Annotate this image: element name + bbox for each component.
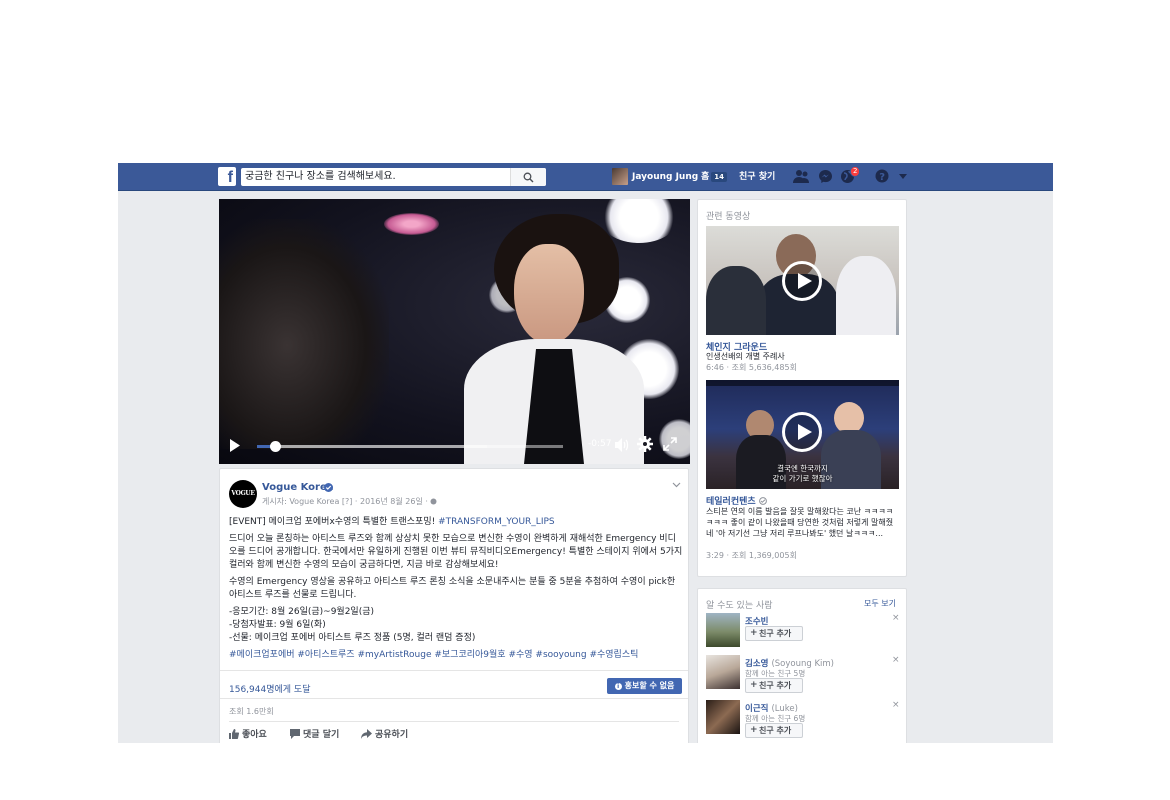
- page-name-link[interactable]: Vogue Korea: [262, 482, 334, 493]
- buffered-bar: [257, 445, 487, 448]
- play-circle-icon[interactable]: [782, 261, 822, 301]
- verified-badge-icon: [758, 497, 767, 505]
- post-line: [EVENT] 메이크업 포에버x수영의 특별한 트랜스포밍! #TRANSFO…: [229, 516, 684, 529]
- friend-requests-icon[interactable]: [793, 169, 810, 184]
- settings-gear-icon[interactable]: [637, 436, 653, 452]
- page-avatar[interactable]: VOGUE: [229, 480, 257, 508]
- home-link[interactable]: 홈 14: [701, 163, 728, 191]
- notification-count-badge: 2: [850, 166, 861, 177]
- add-friend-button[interactable]: 친구 추가: [745, 678, 803, 693]
- person-photo[interactable]: [706, 655, 740, 689]
- person-suggestion: 김소영 (Soyoung Kim) 함께 아는 친구 5명 친구 추가 ×: [706, 655, 902, 695]
- thumbs-up-icon: [229, 729, 240, 739]
- messenger-icon[interactable]: [818, 169, 833, 184]
- post-meta: 게시자: Vogue Korea [?] · 2016년 8월 26일 ·: [262, 496, 437, 507]
- find-friends-link[interactable]: 친구 찾기: [739, 163, 775, 191]
- related-videos-header: 관련 동영상: [706, 212, 751, 222]
- boost-label: 홍보할 수 없음: [624, 681, 675, 690]
- share-button[interactable]: 공유하기: [361, 727, 408, 740]
- volume-icon[interactable]: [615, 438, 631, 452]
- home-label: 홈: [701, 172, 710, 182]
- comment-label: 댓글 달기: [303, 730, 340, 740]
- time-remaining: -0:57: [588, 439, 612, 449]
- account-menu-caret-icon[interactable]: [899, 174, 907, 179]
- search-input[interactable]: 궁금한 친구나 장소를 검색해보세요.: [241, 168, 546, 186]
- post-hashtags[interactable]: #메이크업포에버 #아티스트루즈 #myArtistRouge #보그코리아9월…: [229, 649, 684, 662]
- share-arrow-icon: [361, 729, 372, 739]
- divider: [220, 698, 688, 699]
- subtitle-line: 같이 가기로 했잖아: [772, 474, 833, 483]
- like-label: 좋아요: [242, 730, 267, 740]
- related-video-desc: 스티븐 연의 이름 발음을 잘못 말해왔다는 코난 ㅋㅋㅋㅋㅋㅋㅋ 좋이 같이 …: [706, 507, 894, 538]
- related-video-thumbnail[interactable]: 결국엔 한국까지 같이 가기로 했잖아: [706, 380, 899, 489]
- comment-icon: [290, 729, 300, 739]
- see-all-link[interactable]: 모두 보기: [864, 598, 896, 609]
- comment-button[interactable]: 댓글 달기: [290, 727, 339, 740]
- user-avatar[interactable]: [612, 168, 628, 185]
- help-icon[interactable]: ?: [875, 169, 889, 183]
- search-button[interactable]: [510, 168, 546, 186]
- play-circle-icon[interactable]: [782, 412, 822, 452]
- progress-bar[interactable]: [257, 441, 563, 452]
- share-label: 공유하기: [375, 730, 409, 740]
- person-back: [706, 266, 766, 335]
- person-photo[interactable]: [706, 613, 740, 647]
- video-player[interactable]: -0:57: [219, 199, 690, 464]
- related-videos-panel: 관련 동영상 체인지 그라운드 인생선배의 개별 주례사 6:46 · 조회 5…: [697, 199, 907, 577]
- related-video-meta: 6:46 · 조회 5,636,485회: [706, 363, 797, 372]
- face: [514, 244, 584, 344]
- related-video-desc: 인생선배의 개별 주례사: [706, 352, 785, 361]
- fullscreen-icon[interactable]: [663, 437, 677, 451]
- subtitle-line: 결국엔 한국까지: [777, 464, 828, 473]
- lips-graphic: [384, 213, 439, 235]
- divider: [220, 670, 688, 671]
- boost-button[interactable]: i 홍보할 수 없음: [607, 678, 682, 694]
- post-body: [EVENT] 메이크업 포에버x수영의 특별한 트랜스포밍! #TRANSFO…: [229, 516, 684, 662]
- home-count-badge: 14: [711, 172, 728, 182]
- reach-link[interactable]: 156,944명에게 도달: [229, 682, 310, 695]
- person-suggestion: 이근직 (Luke) 함께 아는 친구 6명 친구 추가 ×: [706, 700, 902, 740]
- people-you-may-know-panel: 알 수도 있는 사람 모두 보기 조수빈 친구 추가 × 김소영 (Soyoun…: [697, 588, 907, 743]
- hashtag-link[interactable]: #TRANSFORM_YOUR_LIPS: [438, 517, 555, 527]
- divider: [229, 721, 679, 722]
- search-icon: [523, 172, 534, 183]
- mirror-reflection: [219, 219, 389, 449]
- dismiss-button[interactable]: ×: [892, 613, 900, 623]
- post-line: -선물: 메이크업 포에버 아티스트 루즈 정품 (5명, 컬러 랜덤 증정): [229, 633, 476, 643]
- post-paragraph: 드디어 오늘 론칭하는 아티스트 루즈와 함께 상상치 못한 모습으로 변신한 …: [229, 534, 683, 570]
- post-line: -당첨자발표: 9월 6일(화): [229, 620, 326, 630]
- play-icon[interactable]: [229, 439, 241, 452]
- progress-handle[interactable]: [270, 441, 282, 452]
- svg-text:?: ?: [879, 172, 885, 183]
- post-line: -응모기간: 8월 26일(금)~9월2일(금): [229, 607, 375, 617]
- verified-badge-icon: [324, 483, 333, 492]
- related-video-meta: 3:29 · 조회 1,369,005회: [706, 551, 797, 560]
- related-video-thumbnail[interactable]: [706, 226, 899, 335]
- info-icon: i: [614, 683, 622, 690]
- thumbnail-topstrip: [706, 380, 899, 386]
- post-meta-text: 게시자: Vogue Korea [?] · 2016년 8월 26일 ·: [262, 497, 431, 506]
- video-subtitle: 결국엔 한국까지 같이 가기로 했잖아: [706, 464, 899, 484]
- post-card: VOGUE Vogue Korea 게시자: Vogue Korea [?] ·…: [219, 468, 689, 743]
- video-controls: -0:57: [219, 428, 690, 464]
- add-friend-button[interactable]: 친구 추가: [745, 626, 803, 641]
- dismiss-button[interactable]: ×: [892, 700, 900, 710]
- post-line1-text: [EVENT] 메이크업 포에버x수영의 특별한 트랜스포밍!: [229, 517, 439, 527]
- add-friend-button[interactable]: 친구 추가: [745, 723, 803, 738]
- top-navigation-bar: f 궁금한 친구나 장소를 검색해보세요. Jayoung Jung 홈 14 친…: [118, 163, 1053, 191]
- bride-dress: [836, 256, 896, 335]
- view-count: 조회 1.6만회: [229, 707, 274, 716]
- public-globe-icon: [430, 498, 437, 505]
- post-options-chevron-icon[interactable]: [672, 482, 681, 488]
- like-button[interactable]: 좋아요: [229, 727, 267, 740]
- pymk-header: 알 수도 있는 사람: [706, 601, 773, 611]
- post-paragraph: 수영의 Emergency 영상을 공유하고 아티스트 루즈 론칭 소식을 소문…: [229, 577, 676, 600]
- person-photo[interactable]: [706, 700, 740, 734]
- dismiss-button[interactable]: ×: [892, 655, 900, 665]
- person-suggestion: 조수빈 친구 추가 ×: [706, 613, 902, 653]
- facebook-window: f 궁금한 친구나 장소를 검색해보세요. Jayoung Jung 홈 14 친…: [118, 163, 1053, 743]
- profile-link[interactable]: Jayoung Jung: [632, 163, 698, 191]
- facebook-logo[interactable]: f: [218, 167, 236, 186]
